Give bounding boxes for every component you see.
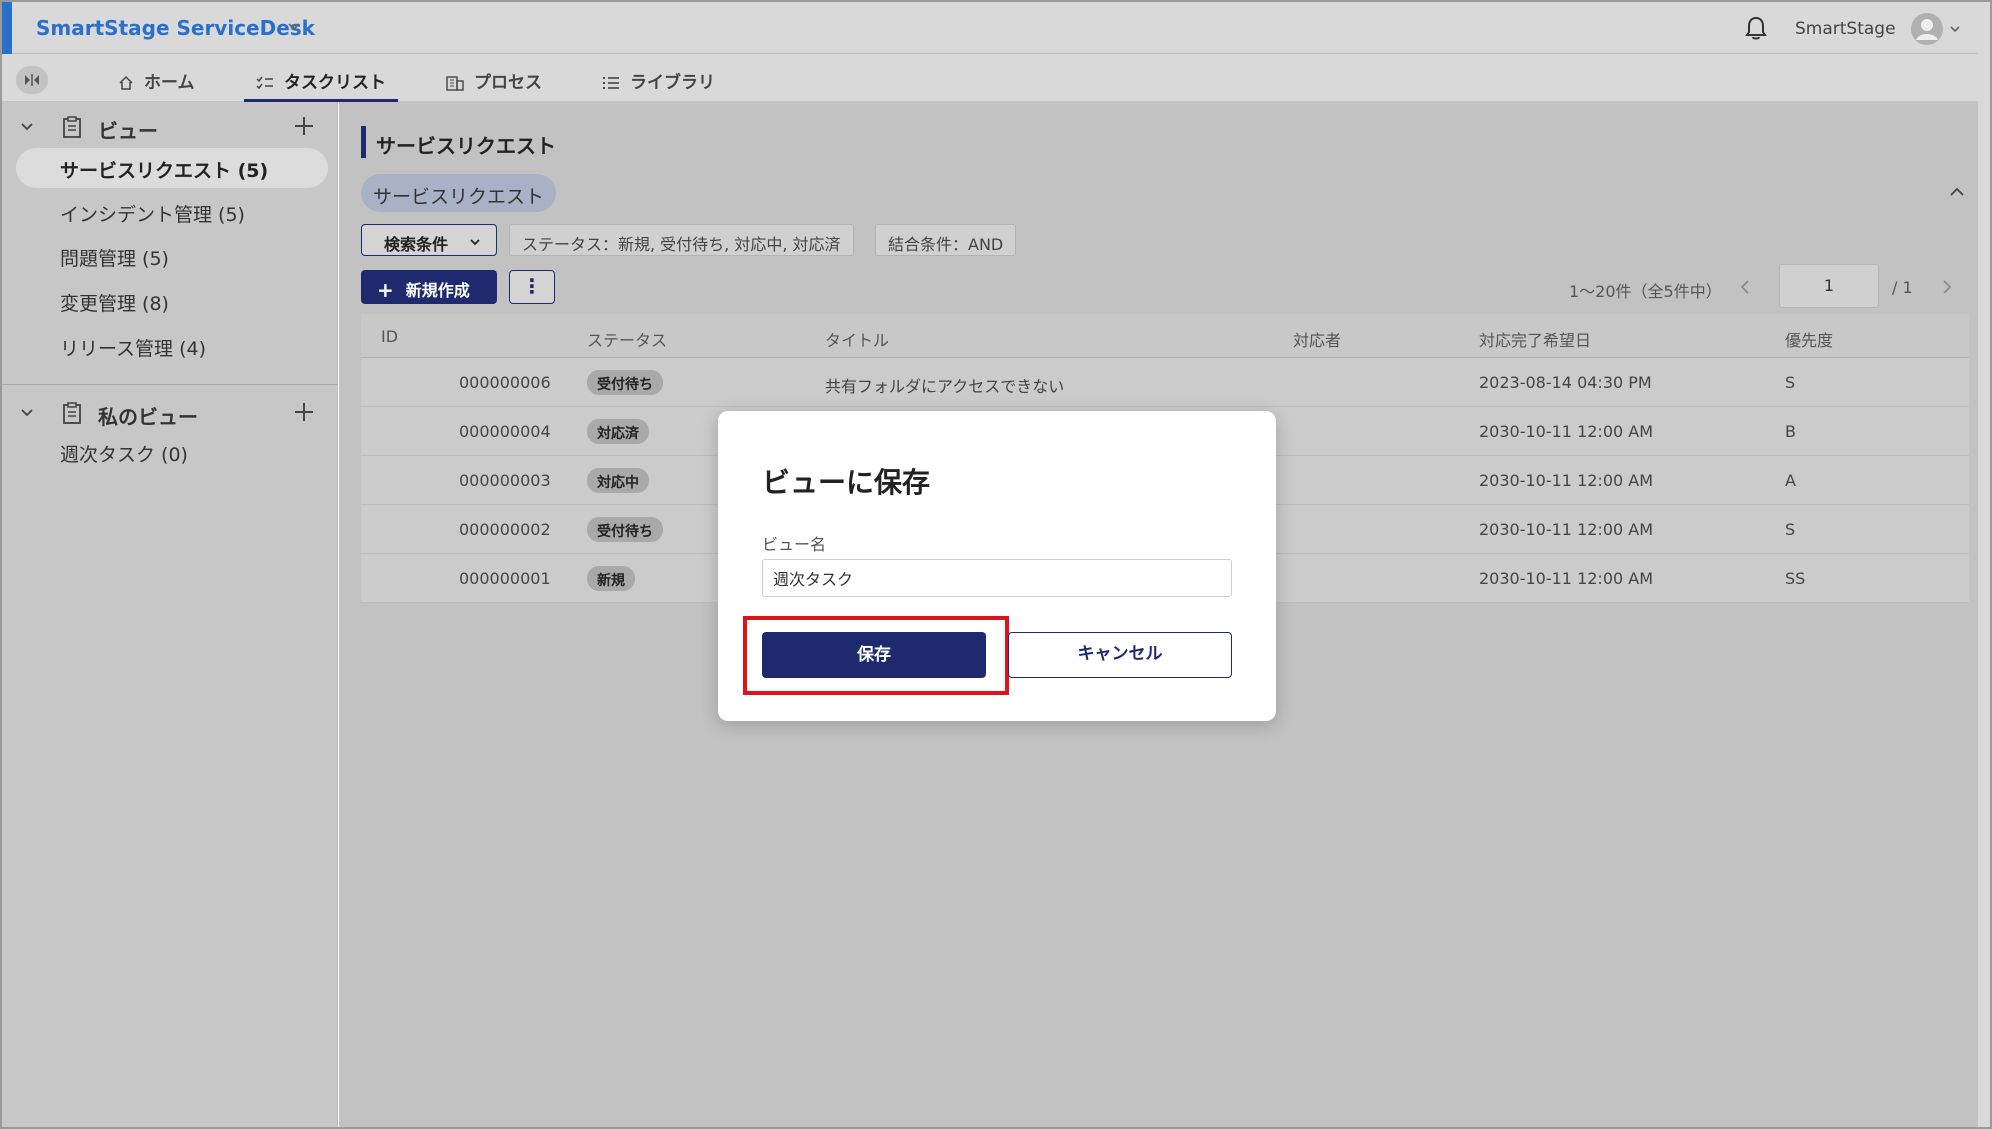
cancel-button[interactable]: キャンセル [1008, 632, 1232, 678]
collapse-sidebar-icon [25, 74, 39, 86]
bell-icon[interactable] [1742, 14, 1770, 42]
app-window: SmartStage ServiceDesk SmartStage ホーム タス… [0, 0, 1992, 1129]
column-header-assignee[interactable]: 対応者 [1293, 327, 1341, 351]
sidebar-divider [2, 384, 338, 385]
chevron-down-icon[interactable] [18, 118, 36, 136]
sidebar-item-weekly-tasks[interactable]: 週次タスク (0) [60, 440, 188, 467]
tab-tasklist-label: タスクリスト [284, 73, 386, 93]
checklist-icon [256, 76, 273, 90]
tab-home-label: ホーム [144, 73, 195, 93]
save-button[interactable]: 保存 [762, 632, 986, 678]
sidebar-toggle-button[interactable] [16, 66, 48, 94]
sidebar: ビュー サービスリクエスト (5) インシデント管理 (5) 問題管理 (5) … [2, 102, 338, 1127]
status-badge: 受付待ち [587, 517, 663, 542]
sidebar-item-service-request[interactable]: サービスリクエスト (5) [16, 148, 328, 188]
list-icon [603, 77, 619, 89]
column-header-title[interactable]: タイトル [825, 327, 889, 351]
chevron-down-icon [470, 239, 480, 246]
my-views-section-label: 私のビュー [98, 405, 198, 429]
view-name-input[interactable] [762, 559, 1232, 597]
cell-due-date: 2030-10-11 12:00 AM [1479, 569, 1654, 588]
sidebar-item-change[interactable]: 変更管理 (8) [60, 289, 169, 316]
window-right-edge [1978, 2, 1990, 1127]
search-conditions-button[interactable]: 検索条件 [361, 224, 497, 256]
sidebar-item-release[interactable]: リリース管理 (4) [60, 334, 206, 361]
tab-process-label: プロセス [474, 73, 542, 93]
cell-due-date: 2023-08-14 04:30 PM [1479, 373, 1652, 392]
tab-tasklist[interactable]: タスクリスト [244, 68, 398, 102]
chevron-up-icon[interactable] [1947, 182, 1967, 202]
user-avatar-icon[interactable] [1910, 12, 1944, 46]
cell-id: 000000001 [459, 569, 551, 588]
chevron-down-icon[interactable] [286, 18, 302, 34]
cell-id: 000000004 [459, 422, 551, 441]
cell-priority: S [1785, 520, 1796, 539]
top-header: SmartStage ServiceDesk SmartStage [2, 2, 1990, 54]
status-badge: 受付待ち [587, 370, 663, 395]
new-create-button[interactable]: + 新規作成 [361, 270, 497, 304]
table-row[interactable]: 000000006 受付待ち 共有フォルダにアクセスできない 2023-08-1… [361, 358, 1969, 407]
status-condition-chip: ステータス：新規, 受付待ち, 対応中, 対応済 [509, 224, 854, 256]
clipboard-icon [63, 402, 81, 424]
cell-priority: S [1785, 373, 1796, 392]
brand-accent-bar [2, 2, 12, 54]
home-icon [119, 75, 133, 90]
more-options-button[interactable]: ⋮ [509, 270, 555, 304]
user-name[interactable]: SmartStage [1795, 19, 1896, 39]
sidebar-item-incident[interactable]: インシデント管理 (5) [60, 200, 245, 227]
cell-due-date: 2030-10-11 12:00 AM [1479, 471, 1654, 490]
view-name-label: ビュー名 [762, 535, 827, 554]
clipboard-icon [63, 116, 81, 138]
tab-library-label: ライブラリ [630, 73, 715, 93]
plus-icon: + [377, 278, 394, 302]
chevron-down-icon[interactable] [1948, 22, 1962, 36]
pager-count: 1～20件（全5件中） [1569, 282, 1722, 301]
cell-id: 000000002 [459, 520, 551, 539]
cell-id: 000000006 [459, 373, 551, 392]
chevron-left-icon[interactable] [1737, 278, 1755, 296]
add-view-icon[interactable] [292, 114, 316, 138]
chevron-right-icon[interactable] [1937, 278, 1955, 296]
views-section-label: ビュー [98, 119, 158, 143]
tab-bar: ホーム タスクリスト プロセス ライブラリ [2, 54, 1990, 102]
column-header-id[interactable]: ID [381, 327, 398, 346]
status-badge: 対応中 [587, 468, 649, 493]
save-view-dialog: ビューに保存 ビュー名 保存 キャンセル [718, 411, 1276, 721]
status-badge: 新規 [587, 566, 635, 591]
search-conditions-label: 検索条件 [384, 235, 449, 254]
page-number-input[interactable]: 1 [1779, 264, 1879, 308]
view-name-chip[interactable]: サービスリクエスト [361, 174, 557, 212]
cell-priority: A [1785, 471, 1796, 490]
cell-title[interactable]: 共有フォルダにアクセスできない [825, 373, 1064, 397]
sidebar-item-problem[interactable]: 問題管理 (5) [60, 244, 169, 271]
status-badge: 対応済 [587, 419, 649, 444]
column-header-priority[interactable]: 優先度 [1785, 327, 1833, 351]
pager-total: / 1 [1892, 278, 1913, 297]
tab-process[interactable]: プロセス [446, 68, 542, 102]
views-section-header[interactable]: ビュー [2, 106, 338, 146]
page-title: サービスリクエスト [361, 126, 556, 158]
column-header-due-date[interactable]: 対応完了希望日 [1479, 327, 1591, 351]
join-condition-chip: 結合条件：AND [875, 224, 1017, 256]
dialog-title: ビューに保存 [762, 466, 931, 499]
tab-library[interactable]: ライブラリ [602, 68, 715, 102]
app-title[interactable]: SmartStage ServiceDesk [36, 16, 315, 40]
cell-priority: B [1785, 422, 1796, 441]
new-create-label: 新規作成 [405, 281, 470, 300]
cell-due-date: 2030-10-11 12:00 AM [1479, 422, 1654, 441]
tab-home[interactable]: ホーム [118, 68, 195, 102]
cell-priority: SS [1785, 569, 1806, 588]
column-header-status[interactable]: ステータス [587, 327, 667, 351]
cell-due-date: 2030-10-11 12:00 AM [1479, 520, 1654, 539]
table-header: ID ステータス タイトル 対応者 対応完了希望日 優先度 [361, 314, 1969, 358]
my-views-section-header[interactable]: 私のビュー [2, 392, 338, 432]
cell-id: 000000003 [459, 471, 551, 490]
add-my-view-icon[interactable] [292, 400, 316, 424]
chevron-down-icon[interactable] [18, 404, 36, 422]
building-icon [446, 76, 464, 91]
